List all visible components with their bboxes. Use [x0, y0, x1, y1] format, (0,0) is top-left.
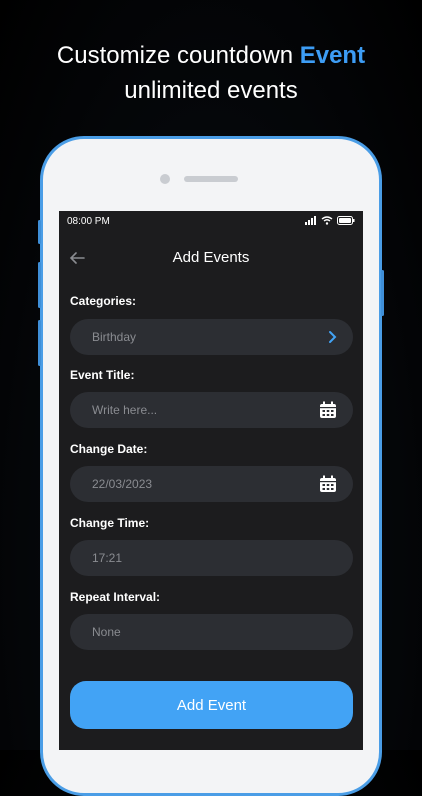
volume-up-button [38, 262, 41, 308]
categories-label: Categories: [70, 294, 137, 308]
repeat-interval-label: Repeat Interval: [70, 590, 161, 604]
event-title-placeholder: Write here... [92, 403, 158, 417]
headline-accent: Event [299, 42, 366, 69]
event-title-input[interactable]: Write here... [70, 392, 353, 428]
signal-icon [305, 216, 316, 225]
promo-headline-line1: Customize countdown Event [0, 41, 422, 71]
categories-value: Birthday [92, 330, 137, 344]
status-icons [305, 216, 355, 225]
app-screen: 08:00 PM Add Events Categories: Birthday [59, 211, 363, 750]
wifi-icon [321, 216, 333, 225]
change-time-value: 17:21 [92, 551, 123, 565]
mute-switch [38, 220, 41, 244]
add-event-button[interactable]: Add Event [70, 681, 353, 729]
status-time: 08:00 PM [67, 216, 110, 227]
camera-dot [160, 174, 170, 184]
repeat-interval-value: None [92, 625, 121, 639]
event-title-label: Event Title: [70, 368, 135, 382]
promo-headline-line2: unlimited events [124, 77, 298, 104]
status-bar: 08:00 PM [59, 211, 363, 233]
power-button [381, 270, 384, 316]
headline-prefix: Customize countdown [56, 42, 300, 69]
categories-select[interactable]: Birthday [70, 319, 353, 355]
repeat-interval-select[interactable]: None [70, 614, 353, 650]
page-title: Add Events [172, 249, 250, 266]
change-time-label: Change Time: [70, 516, 150, 530]
chevron-right-icon [329, 331, 337, 343]
calendar-icon[interactable] [319, 401, 337, 419]
battery-icon [337, 216, 355, 225]
change-date-input[interactable]: 22/03/2023 [70, 466, 353, 502]
change-time-input[interactable]: 17:21 [70, 540, 353, 576]
change-date-label: Change Date: [70, 442, 148, 456]
calendar-icon[interactable] [319, 475, 337, 493]
speaker-grille [184, 176, 238, 182]
volume-down-button [38, 320, 41, 366]
change-date-value: 22/03/2023 [92, 477, 153, 491]
